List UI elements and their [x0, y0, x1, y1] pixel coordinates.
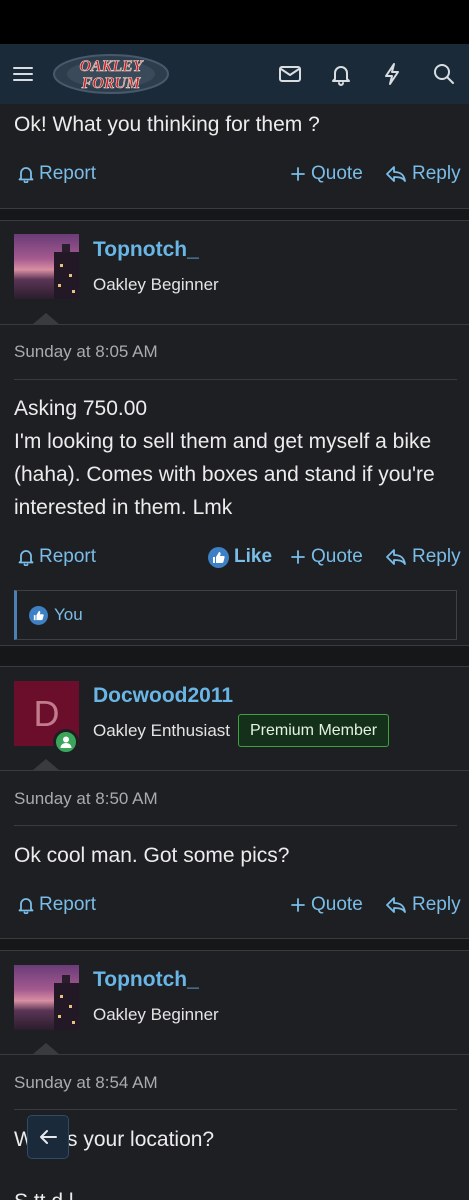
quote-button[interactable]: Quote	[290, 163, 363, 185]
reactions-bar[interactable]: You	[14, 590, 457, 640]
report-button[interactable]: Report	[18, 163, 96, 185]
search-icon[interactable]	[424, 44, 464, 104]
divider	[0, 770, 469, 771]
report-bell-icon	[18, 550, 34, 566]
avatar[interactable]	[14, 965, 79, 1030]
user-title: Oakley Enthusiast	[93, 721, 231, 740]
inbox-icon[interactable]	[270, 44, 310, 104]
username[interactable]: Docwood2011	[93, 684, 233, 708]
post-date[interactable]: Sunday at 8:54 AM	[14, 1073, 158, 1093]
post-separator	[0, 209, 469, 220]
divider	[0, 1054, 469, 1055]
reply-button[interactable]: Reply	[385, 894, 461, 916]
divider	[14, 825, 457, 826]
user-title: Oakley Beginner	[93, 275, 219, 294]
avatar[interactable]	[14, 234, 79, 299]
menu-icon[interactable]	[3, 44, 43, 104]
post-separator	[0, 939, 469, 950]
divider	[14, 1109, 457, 1110]
post-body: Ok cool man. Got some pics?	[14, 844, 290, 867]
reply-icon	[386, 166, 406, 182]
reply-icon	[386, 549, 406, 565]
message-caret	[33, 1043, 59, 1054]
quote-button[interactable]: Quote	[290, 546, 363, 568]
back-arrow-icon	[40, 1130, 57, 1144]
divider	[14, 379, 457, 380]
plus-icon	[291, 898, 305, 912]
message-caret	[33, 313, 59, 324]
divider	[0, 324, 469, 325]
post-body-line: interested in them. Lmk	[14, 496, 233, 519]
back-button[interactable]	[27, 1115, 69, 1159]
status-bar	[0, 0, 469, 44]
username[interactable]: Topnotch_	[93, 968, 199, 992]
logo-line1: OAKLEY	[79, 58, 143, 75]
online-user-icon	[53, 729, 79, 755]
plus-icon	[291, 550, 305, 564]
oakley-forum-logo[interactable]: OAKLEY FORUM	[52, 52, 170, 96]
message-caret	[33, 759, 59, 770]
lightning-icon[interactable]	[372, 44, 412, 104]
post-body-line: (haha). Comes with boxes and stand if yo…	[14, 463, 435, 486]
logo-line2: FORUM	[81, 75, 141, 92]
report-button[interactable]: Report	[18, 546, 96, 568]
reply-button[interactable]: Reply	[385, 163, 461, 185]
like-button[interactable]: Like	[208, 546, 272, 568]
post-date[interactable]: Sunday at 8:50 AM	[14, 789, 158, 809]
report-bell-icon	[18, 898, 34, 914]
user-title: Oakley Beginner	[93, 1005, 219, 1024]
liked-by-text[interactable]: You	[54, 605, 83, 625]
reply-button[interactable]: Reply	[385, 546, 461, 568]
username[interactable]: Topnotch_	[93, 238, 199, 262]
report-bell-icon	[18, 167, 34, 183]
post-body: Asking 750.00 I'm looking to sell them a…	[14, 392, 459, 524]
plus-icon	[291, 167, 305, 181]
post-body-line: Asking 750.00	[14, 397, 148, 420]
report-button[interactable]: Report	[18, 894, 96, 916]
thumbs-up-icon	[208, 546, 229, 568]
post-date[interactable]: Sunday at 8:05 AM	[14, 342, 158, 362]
post-body-line: I'm looking to sell them and get myself …	[14, 430, 432, 453]
quote-button[interactable]: Quote	[290, 894, 363, 916]
post-body-cut: S tt d l	[14, 1185, 459, 1200]
premium-member-badge: Premium Member	[238, 714, 390, 747]
bell-icon[interactable]	[321, 44, 361, 104]
post-body: Ok! What you thinking for them ?	[14, 113, 320, 136]
thumbs-up-icon	[29, 605, 48, 625]
reply-icon	[386, 897, 406, 913]
post-separator	[0, 646, 469, 666]
post-body: What's your location?	[14, 1128, 215, 1151]
